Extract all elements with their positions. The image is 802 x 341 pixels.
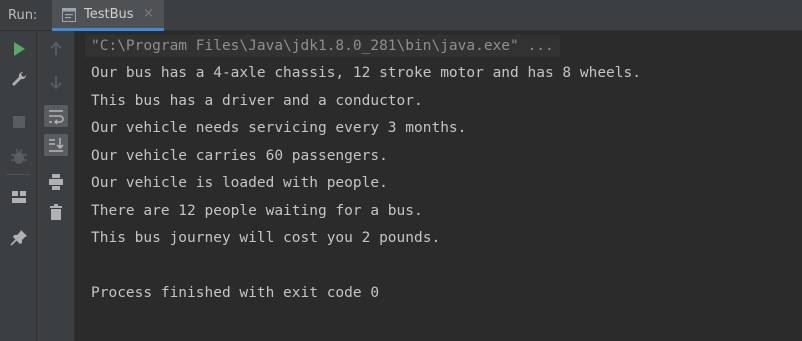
tab-label: TestBus [84,7,134,22]
console-line: There are 12 people waiting for a bus. [91,203,423,219]
console-line: This bus journey will cost you 2 pounds. [91,230,441,246]
run-label: Run: [8,8,38,23]
close-icon[interactable]: × [143,6,154,21]
console-line: Our vehicle needs servicing every 3 mont… [91,120,467,136]
toolbar-separator [6,174,30,175]
run-tool-window-header: Run: TestBus × [0,0,802,31]
console-line: Our vehicle is loaded with people. [91,175,388,191]
scroll-to-end-icon[interactable] [44,134,68,156]
rerun-icon[interactable] [7,38,31,60]
console-line: Our vehicle carries 60 passengers. [91,148,388,164]
console-line: This bus has a driver and a conductor. [91,93,423,109]
wrench-icon[interactable] [7,68,31,90]
console-output[interactable]: "C:\Program Files\Java\jdk1.8.0_281\bin\… [75,31,802,341]
layout-icon[interactable] [7,186,31,208]
down-arrow-icon[interactable] [44,71,68,93]
console-line: Our bus has a 4-axle chassis, 12 stroke … [91,65,641,81]
print-icon[interactable] [44,171,68,193]
up-arrow-icon[interactable] [44,38,68,60]
console-actions-toolbar [37,31,75,341]
exit-status-line: Process finished with exit code 0 [91,285,380,301]
command-line[interactable]: "C:\Program Files\Java\jdk1.8.0_281\bin\… [85,35,560,57]
run-actions-toolbar [0,31,37,341]
trash-icon[interactable] [44,201,68,223]
stop-icon[interactable] [7,111,31,133]
console-tab-icon [62,7,76,22]
tab-testbus[interactable]: TestBus × [52,0,164,31]
debug-bug-icon[interactable] [7,146,31,168]
pin-icon[interactable] [7,227,31,249]
soft-wrap-icon[interactable] [44,105,68,127]
